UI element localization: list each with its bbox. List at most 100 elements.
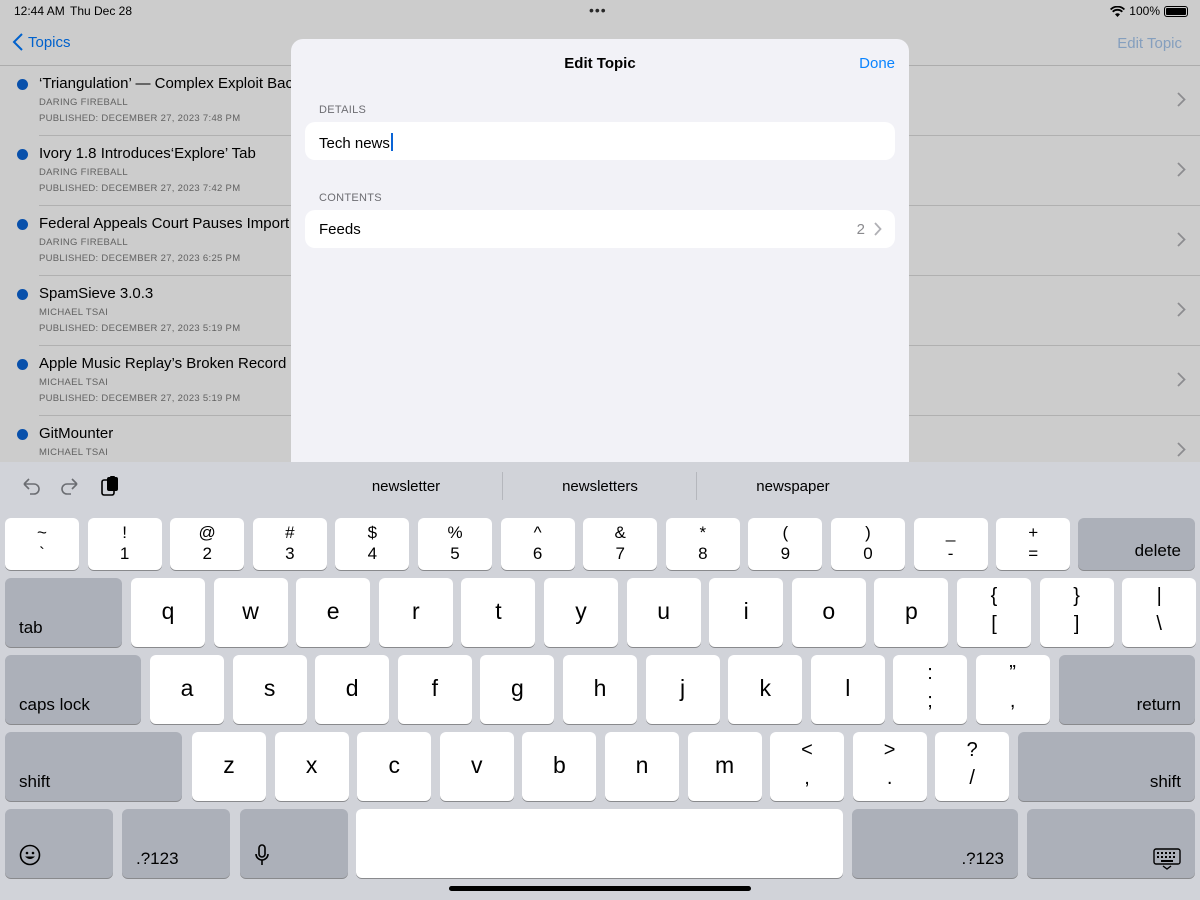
key-g[interactable]: g [480,655,555,724]
key-c[interactable]: c [357,732,432,801]
key-symbol: 0 [863,544,873,563]
home-indicator[interactable] [449,886,751,891]
key-j[interactable]: j [645,655,720,724]
topic-name-field[interactable]: Tech news [305,122,895,160]
key-symbol: \ [1156,613,1162,635]
numbers-key-left[interactable]: .?123 [122,809,230,878]
key-0[interactable]: ) 0 [831,518,905,570]
key-7[interactable]: & 7 [583,518,658,570]
key-symbol: = [1028,544,1039,563]
key-v[interactable]: v [439,732,514,801]
key-`[interactable]: ~ ` [5,518,79,570]
right-shift-key[interactable]: shift [1018,732,1195,801]
key-symbol: ` [39,544,45,563]
key-symbol-.[interactable]: >. [852,732,927,801]
key-letter: o [822,598,836,624]
key-letter: l [845,675,851,701]
suggestion-2[interactable]: newsletters [505,478,695,495]
redo-icon[interactable] [59,475,81,497]
key-shift-symbol: ” [1009,662,1016,684]
key-t[interactable]: t [461,578,536,647]
key-shift-symbol: ^ [533,523,542,542]
key-letter: t [495,598,502,624]
key-symbol-,[interactable]: <, [770,732,844,801]
emoji-key[interactable] [5,809,113,878]
key-3[interactable]: #3 [252,518,327,570]
key-u[interactable]: u [626,578,701,647]
key-y[interactable]: y [544,578,618,647]
numbers-key-right[interactable]: .?123 [852,809,1018,878]
key-shift-symbol: @ [198,523,216,542]
contents-section-header: CONTENTS [319,192,382,204]
key-o[interactable]: o [791,578,866,647]
key-symbol: . [886,767,893,789]
key-5[interactable]: % 5 [418,518,492,570]
key-b[interactable]: b [522,732,597,801]
caps-lock-key[interactable]: caps lock [5,655,141,724]
key-[[interactable]: {[ [957,578,1031,647]
key-f[interactable]: f [397,655,472,724]
key-symbol: 2 [202,544,212,563]
key-letter: e [326,598,340,624]
dismiss-keyboard-key[interactable] [1027,809,1195,878]
space-bar[interactable] [356,809,843,878]
numbers-key-label: .?123 [136,849,179,868]
key-symbol: - [947,544,954,563]
key-shift-symbol: $ [367,523,378,542]
key-q[interactable]: q [131,578,205,647]
microphone-icon [255,844,269,865]
key-k[interactable]: k [728,655,803,724]
key-letter: u [657,598,670,624]
delete-key[interactable]: delete [1078,518,1195,570]
suggestion-bar: newsletter newsletters newspaper [0,462,1200,510]
undo-icon[interactable] [20,475,42,497]
key-shift-symbol: ? [966,739,978,761]
key-symbol: , [804,767,810,789]
key-2[interactable]: @2 [170,518,245,570]
clipboard-icon[interactable] [99,475,121,497]
key-=[interactable]: + = [996,518,1071,570]
key-letter: h [593,675,607,701]
key-p[interactable]: p [874,578,949,647]
key-i[interactable]: i [709,578,784,647]
key-symbol: 5 [450,544,460,563]
key-6[interactable]: ^ 6 [500,518,575,570]
key-d[interactable]: d [315,655,390,724]
key-m[interactable]: m [687,732,762,801]
key-h[interactable]: h [563,655,637,724]
key-symbol-1[interactable]: ”, [975,655,1050,724]
key-letter: m [715,752,735,778]
key-l[interactable]: l [810,655,885,724]
key-symbol-0[interactable]: :; [893,655,967,724]
suggestion-3[interactable]: newspaper [698,478,888,495]
key-w[interactable]: w [213,578,288,647]
key-4[interactable]: $4 [335,518,410,570]
done-button[interactable]: Done [859,55,895,72]
tab-key[interactable]: tab [5,578,122,647]
key-e[interactable]: e [296,578,371,647]
key-n[interactable]: n [605,732,679,801]
key-9[interactable]: (9 [748,518,823,570]
suggestion-1[interactable]: newsletter [311,478,501,495]
key-8[interactable]: * 8 [665,518,740,570]
left-shift-key[interactable]: shift [5,732,182,801]
key-a[interactable]: a [150,655,224,724]
shift-key-label: shift [19,772,51,791]
key-symbol-/[interactable]: ? / [935,732,1010,801]
key-s[interactable]: s [232,655,307,724]
key-\[interactable]: | \ [1122,578,1197,647]
key-][interactable]: }] [1039,578,1114,647]
key-symbol: 3 [285,544,295,563]
key-shift-symbol: + [1028,523,1039,542]
key-1[interactable]: ! 1 [87,518,162,570]
key--[interactable]: _ - [913,518,988,570]
key-r[interactable]: r [378,578,453,647]
return-key[interactable]: return [1059,655,1195,724]
feeds-row[interactable]: Feeds 2 [305,210,895,248]
key-z[interactable]: z [192,732,266,801]
dictation-key[interactable] [240,809,348,878]
key-letter: v [471,752,483,778]
feeds-label: Feeds [319,221,361,238]
key-x[interactable]: x [274,732,349,801]
key-letter: k [759,675,771,701]
